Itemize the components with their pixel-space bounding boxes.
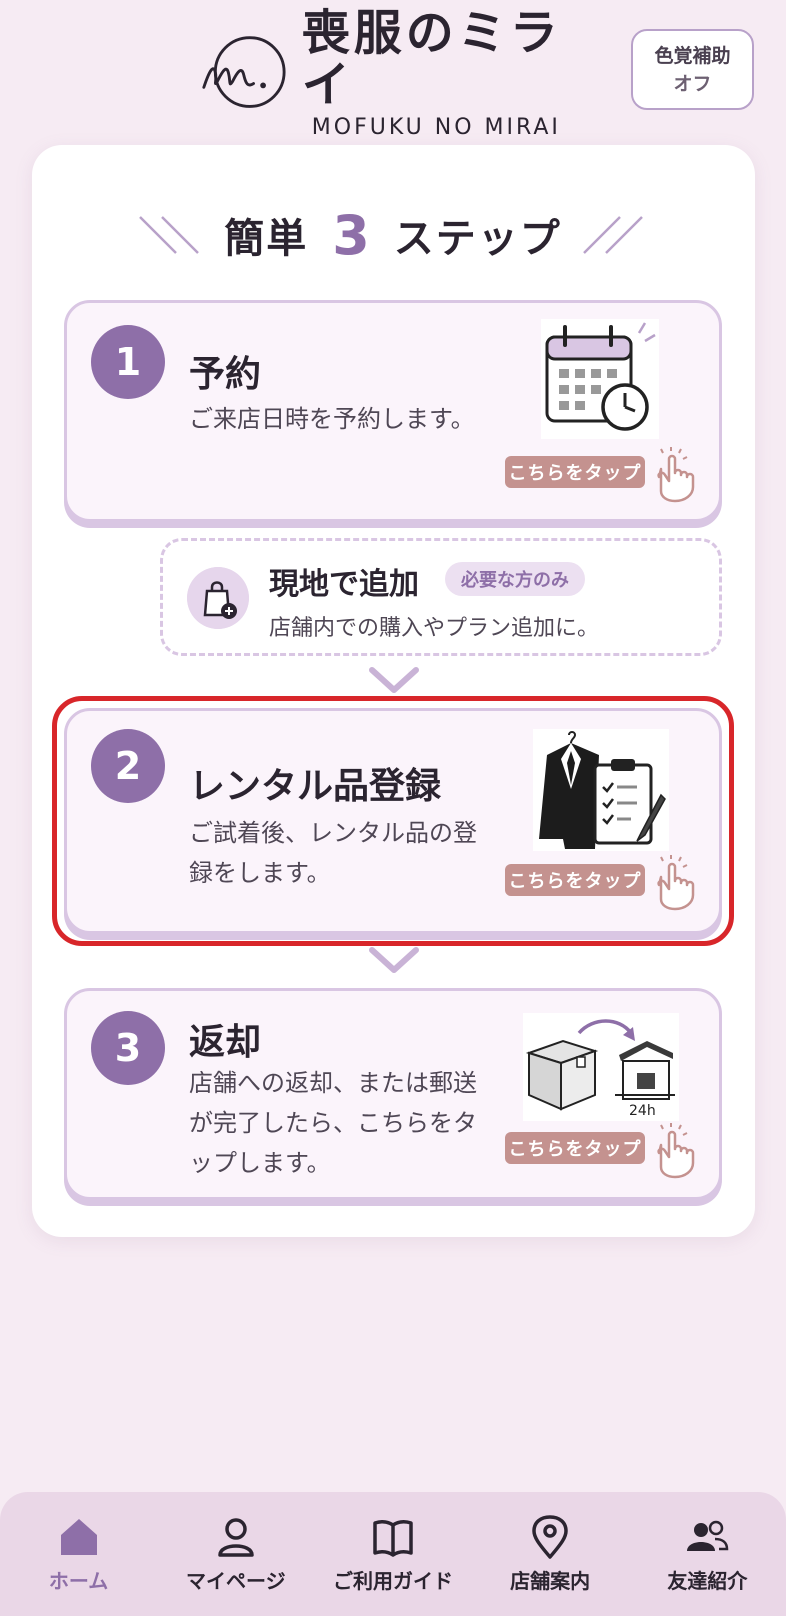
step-rental-registration-card[interactable]: 2 レンタル品登録 ご試着後、レンタル品の登録をします。 こちらをタップ	[64, 708, 722, 934]
step-number-badge: 3	[91, 1011, 165, 1085]
suit-clipboard-icon	[533, 729, 669, 851]
friends-icon	[687, 1520, 729, 1551]
step-description: 店舗への返却、または郵送が完了したら、こちらをタップします。	[189, 1069, 477, 1177]
nav-label: 友達紹介	[667, 1568, 748, 1593]
left-slash-decoration	[139, 216, 200, 254]
optional-badge: 必要な方のみ	[445, 562, 585, 596]
step-return-card[interactable]: 3 返却 店舗への返却、または郵送が完了したら、こちらをタップします。 24h …	[64, 988, 722, 1200]
nav-item-stores[interactable]: 店舗案内	[475, 1514, 625, 1594]
color-assist-label: 色覚補助	[654, 44, 731, 67]
calendar-clock-icon	[541, 319, 659, 439]
color-assist-state: オフ	[673, 72, 712, 95]
box-return-icon: 24h	[523, 1013, 679, 1121]
logo-subtitle: MOFUKU NO MIRAI	[311, 114, 561, 140]
step-reservation-card[interactable]: 1 予約 ご来店日時を予約します。 こちらをタップ	[64, 300, 722, 522]
book-icon	[373, 1519, 413, 1557]
step-description: ご試着後、レンタル品の登録をします。	[189, 819, 477, 887]
tap-here-badge[interactable]: こちらをタップ	[505, 456, 645, 488]
heading-suffix: ステップ	[393, 216, 562, 262]
illus-24h-text: 24h	[629, 1103, 656, 1119]
brand-logo: 喪服のミライ MOFUKU NO MIRAI	[200, 7, 600, 140]
tap-hand-icon	[657, 1123, 695, 1179]
tap-here-badge[interactable]: こちらをタップ	[505, 1132, 645, 1164]
nav-item-guide[interactable]: ご利用ガイド	[318, 1515, 468, 1594]
optional-description: 店舗内での購入やプラン追加に。	[269, 616, 600, 641]
nav-label: マイページ	[185, 1568, 286, 1593]
steps-heading: 簡単 3 ステップ	[0, 200, 786, 270]
tap-hand-icon	[657, 447, 695, 503]
optional-addon-card[interactable]: 現地で追加 必要な方のみ 店舗内での購入やプラン追加に。	[160, 538, 722, 656]
bottom-navigation: ホーム マイページ ご利用ガイド 店舗案内 友達紹介	[0, 1492, 786, 1616]
optional-title: 現地で追加	[269, 567, 419, 602]
right-slash-decoration	[582, 216, 643, 254]
tap-here-badge[interactable]: こちらをタップ	[505, 864, 645, 896]
chevron-down-icon	[369, 667, 419, 693]
tap-hand-icon	[657, 855, 695, 911]
nav-item-home[interactable]: ホーム	[4, 1515, 154, 1594]
heading-number: 3	[332, 203, 370, 267]
logo-title: 喪服のミライ	[301, 4, 562, 113]
logo-mark-icon	[202, 36, 286, 108]
heading-prefix: 簡単	[224, 216, 309, 262]
nav-item-referral[interactable]: 友達紹介	[632, 1515, 782, 1594]
step-title: レンタル品登録	[189, 766, 442, 807]
step-number-badge: 1	[91, 325, 165, 399]
step-title: 返却	[189, 1022, 262, 1063]
step-title: 予約	[189, 354, 262, 395]
nav-label: 店舗案内	[510, 1568, 591, 1593]
map-pin-icon	[532, 1514, 568, 1559]
home-icon	[60, 1518, 97, 1555]
nav-label: ご利用ガイド	[332, 1568, 453, 1593]
nav-item-mypage[interactable]: マイページ	[161, 1515, 311, 1594]
chevron-down-icon	[369, 947, 419, 973]
color-assist-toggle[interactable]: 色覚補助 オフ	[631, 29, 754, 110]
user-icon	[218, 1517, 254, 1557]
nav-label: ホーム	[48, 1568, 109, 1593]
shopping-bag-plus-icon	[187, 567, 249, 629]
step-number-badge: 2	[91, 729, 165, 803]
step-description: ご来店日時を予約します。	[189, 405, 475, 433]
